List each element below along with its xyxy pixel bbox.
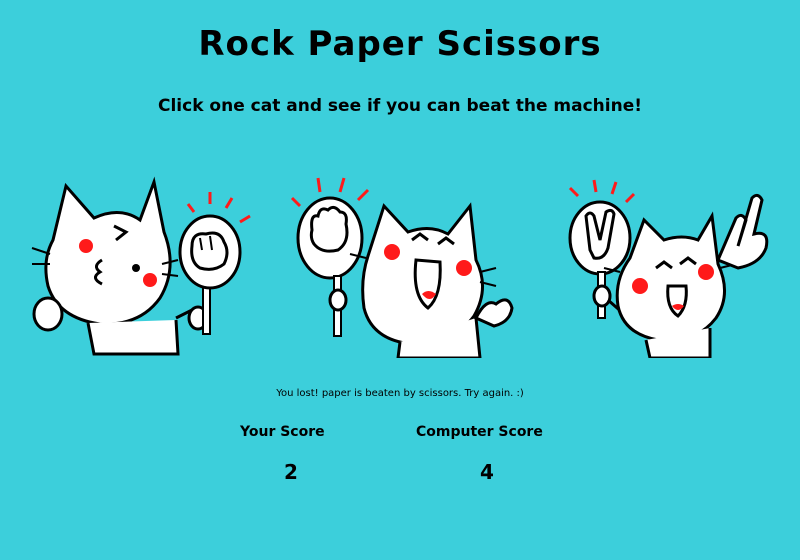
rock-choice-button[interactable] [28,168,258,358]
player-score-value: 2 [284,460,298,484]
page-title: Rock Paper Scissors [198,24,602,64]
cat-paper-icon [290,177,514,358]
cat-rock-icon [31,176,251,356]
cat-scissors-icon [568,179,769,358]
player-score-label: Your Score [240,424,325,440]
paper-choice-button[interactable] [280,168,515,358]
page-subtitle: Click one cat and see if you can beat th… [158,96,642,116]
computer-score-value: 4 [480,460,494,484]
scissors-choice-button[interactable] [560,168,775,358]
result-message: You lost! paper is beaten by scissors. T… [276,388,524,399]
computer-score-label: Computer Score [416,424,543,440]
